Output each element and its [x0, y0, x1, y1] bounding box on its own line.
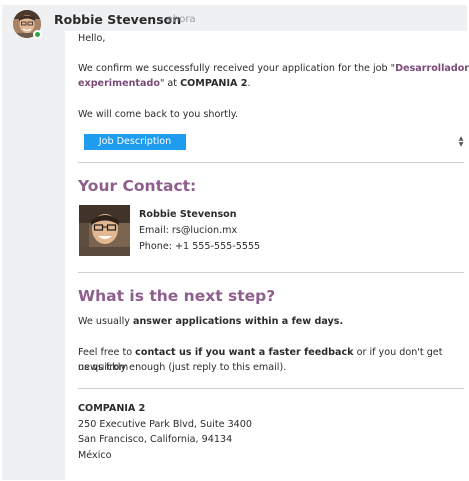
confirmation-text: We confirm we successfully received your… — [78, 63, 469, 89]
job-title-link-cont[interactable]: experimentado — [78, 78, 160, 89]
job-title-link[interactable]: Desarrollador — [395, 63, 469, 74]
divider — [78, 272, 464, 273]
come-back-text: We will come back to you shortly. — [78, 109, 239, 120]
footer-address-line1: 250 Executive Park Blvd, Suite 3400 — [78, 419, 252, 430]
message-timestamp: - ahora — [160, 14, 196, 25]
job-description-button[interactable]: Job Description — [84, 134, 186, 150]
contact-photo — [79, 205, 130, 256]
contact-phone[interactable]: Phone: +1 555-555-5555 — [139, 241, 260, 252]
greeting-text: Hello, — [78, 33, 106, 44]
contact-name: Robbie Stevenson — [139, 209, 237, 220]
response-time-text: We usually answer applications within a … — [78, 316, 344, 327]
divider — [78, 388, 464, 389]
next-step-heading: What is the next step? — [78, 287, 276, 305]
contact-email[interactable]: Email: rs@lucion.mx — [139, 225, 237, 236]
divider — [78, 162, 464, 163]
left-gutter — [2, 5, 65, 480]
footer-country: México — [78, 450, 112, 461]
footer-address-line2: San Francisco, California, 94134 — [78, 434, 233, 445]
feedback-text-cont: us quickly enough (just reply to this em… — [78, 362, 287, 373]
scroll-stepper-icon[interactable]: ▲ ▼ — [456, 136, 466, 150]
online-status-icon — [33, 30, 42, 39]
company-name: COMPANIA 2 — [180, 78, 248, 89]
contact-heading: Your Contact: — [78, 177, 197, 195]
footer-company: COMPANIA 2 — [78, 403, 146, 414]
